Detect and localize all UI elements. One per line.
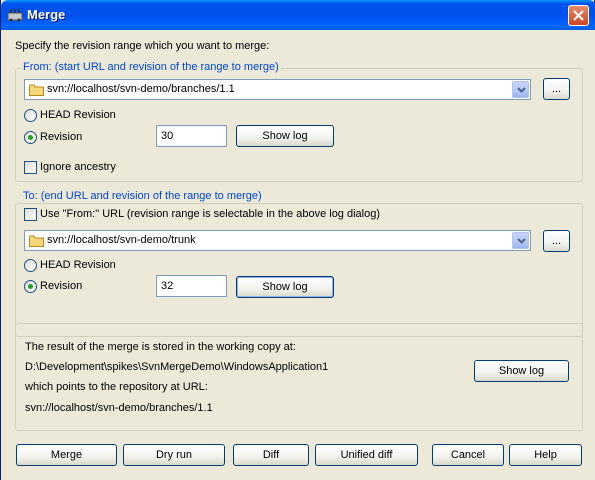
from-browse-button[interactable]: ... (543, 78, 570, 100)
merge-dialog: Merge Specify the revision range which y… (0, 0, 595, 480)
from-head-label[interactable]: HEAD Revision (40, 109, 116, 121)
ignore-ancestry-label[interactable]: Ignore ancestry (40, 161, 116, 173)
ignore-ancestry-checkbox[interactable] (24, 161, 37, 174)
from-url-combo[interactable]: svn://localhost/svn-demo/branches/1.1 (24, 79, 531, 100)
to-group-legend: To: (end URL and revision of the range t… (21, 190, 264, 202)
from-url-value: svn://localhost/svn-demo/branches/1.1 (47, 83, 235, 95)
folder-icon (29, 84, 44, 99)
folder-icon (29, 235, 44, 250)
to-revision-label[interactable]: Revision (40, 280, 82, 292)
merge-app-icon (7, 8, 23, 22)
title-bar[interactable]: Merge (1, 0, 595, 30)
window-title: Merge (27, 7, 66, 22)
from-head-radio[interactable] (24, 109, 37, 122)
to-url-value: svn://localhost/svn-demo/trunk (47, 234, 196, 246)
use-from-url-label[interactable]: Use "From:" URL (revision range is selec… (40, 208, 380, 220)
repository-url: svn://localhost/svn-demo/branches/1.1 (25, 402, 213, 414)
from-revision-radio[interactable] (24, 131, 37, 144)
cancel-button[interactable]: Cancel (432, 444, 504, 466)
dialog-body: Specify the revision range which you wan… (1, 30, 595, 480)
to-head-radio[interactable] (24, 259, 37, 272)
from-group-legend: From: (start URL and revision of the ran… (21, 61, 281, 73)
chevron-down-icon (517, 87, 526, 93)
dry-run-button[interactable]: Dry run (123, 444, 225, 466)
to-revision-radio[interactable] (24, 280, 37, 293)
to-url-combo[interactable]: svn://localhost/svn-demo/trunk (24, 230, 531, 251)
from-revision-label[interactable]: Revision (40, 131, 82, 143)
diff-button[interactable]: Diff (233, 444, 309, 466)
chevron-down-icon (517, 238, 526, 244)
result-stored-label: The result of the merge is stored in the… (25, 341, 296, 353)
from-show-log-button[interactable]: Show log (236, 125, 334, 147)
radio-selected-dot (28, 284, 33, 289)
to-show-log-button[interactable]: Show log (236, 276, 334, 298)
close-button[interactable] (568, 5, 589, 26)
to-head-label[interactable]: HEAD Revision (40, 259, 116, 271)
result-show-log-button[interactable]: Show log (474, 360, 569, 382)
radio-selected-dot (28, 135, 33, 140)
to-revision-input[interactable]: 32 (156, 275, 227, 297)
help-button[interactable]: Help (509, 444, 582, 466)
to-browse-button[interactable]: ... (543, 230, 570, 252)
close-icon (573, 10, 584, 21)
unified-diff-button[interactable]: Unified diff (315, 444, 418, 466)
result-points-label: which points to the repository at URL: (25, 381, 208, 393)
merge-button[interactable]: Merge (16, 444, 117, 466)
intro-label: Specify the revision range which you wan… (15, 40, 270, 52)
use-from-url-checkbox[interactable] (24, 208, 37, 221)
working-copy-path: D:\Development\spikes\SvnMergeDemo\Windo… (25, 361, 329, 373)
from-revision-input[interactable]: 30 (156, 125, 227, 147)
to-url-dropdown[interactable] (512, 232, 529, 249)
from-url-dropdown[interactable] (512, 81, 529, 98)
